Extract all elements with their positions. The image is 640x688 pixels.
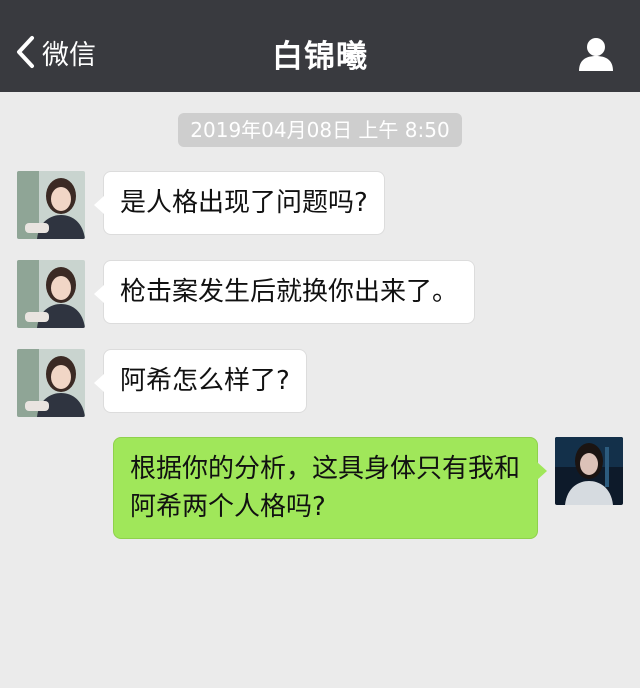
message-text: 阿希怎么样了?: [120, 366, 290, 396]
bubble-tail: [94, 374, 104, 392]
contact-avatar[interactable]: [17, 171, 85, 239]
timestamp-row: 2019年04月08日 上午 8:50: [0, 113, 640, 147]
contact-avatar[interactable]: [17, 260, 85, 328]
contact-avatar[interactable]: [17, 349, 85, 417]
outgoing-message[interactable]: 根据你的分析，这具身体只有我和阿希两个人格吗?: [113, 437, 547, 539]
incoming-message[interactable]: 是人格出现了问题吗?: [94, 171, 385, 235]
bubble-tail: [94, 285, 104, 303]
user-avatar[interactable]: [555, 437, 623, 505]
message-text: 根据你的分析，这具身体只有我和阿希两个人格吗?: [130, 454, 521, 522]
message-text: 枪击案发生后就换你出来了。: [120, 277, 459, 307]
chat-title: 白锦曦: [272, 39, 368, 75]
message-timestamp: 2019年04月08日 上午 8:50: [178, 113, 462, 147]
bubble-tail: [94, 196, 104, 214]
message-text: 是人格出现了问题吗?: [120, 188, 368, 218]
bubble-tail: [537, 462, 547, 480]
person-icon[interactable]: [576, 36, 616, 72]
navigation-bar: 微信 白锦曦: [0, 0, 640, 92]
incoming-message[interactable]: 枪击案发生后就换你出来了。: [94, 260, 476, 324]
incoming-message[interactable]: 阿希怎么样了?: [94, 349, 307, 413]
